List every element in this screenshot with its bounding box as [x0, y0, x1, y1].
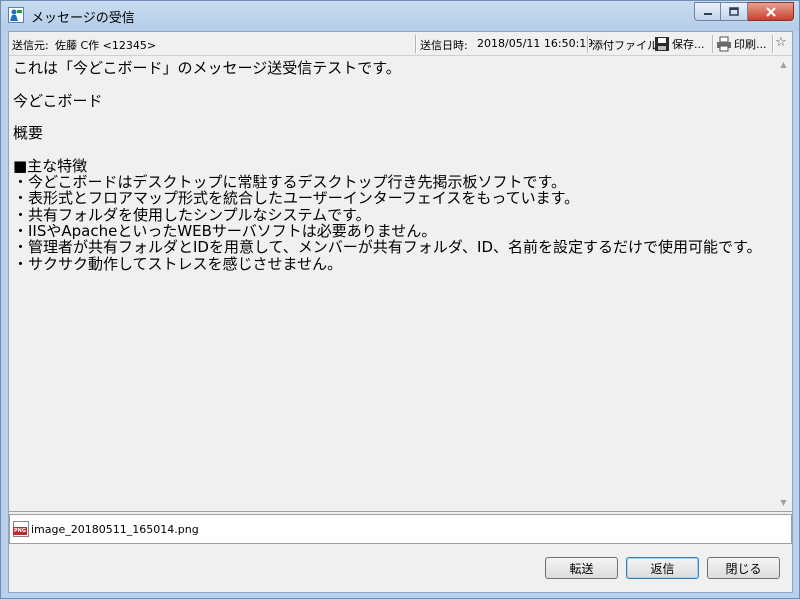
save-button[interactable]: 保存... — [654, 34, 705, 54]
minimize-icon — [703, 12, 712, 15]
attachment-list: PNG image_20180511_165014.png — [9, 514, 792, 544]
divider — [772, 35, 773, 53]
reply-button[interactable]: 返信 — [626, 557, 699, 579]
attachment-item[interactable]: PNG image_20180511_165014.png — [13, 521, 199, 537]
forward-button[interactable]: 転送 — [545, 557, 618, 579]
maximize-icon — [729, 7, 739, 16]
star-icon[interactable]: ☆ — [775, 35, 787, 50]
print-label: 印刷... — [734, 38, 767, 51]
save-label: 保存... — [672, 38, 705, 51]
png-file-icon: PNG — [13, 521, 29, 537]
scroll-down-icon[interactable]: ▼ — [775, 494, 792, 511]
vertical-scrollbar[interactable]: ▲ ▼ — [775, 56, 792, 511]
date-label: 送信日時: — [420, 39, 468, 52]
close-button[interactable]: 閉じる — [707, 557, 780, 579]
sender-label: 送信元: — [12, 39, 49, 52]
window-controls — [694, 2, 794, 22]
close-window-button[interactable] — [748, 2, 794, 21]
print-button[interactable]: 印刷... — [716, 34, 767, 54]
message-body-area[interactable]: これは「今どこボード」のメッセージ送受信テストです。 今どこボード 概要 ■主な… — [9, 56, 792, 512]
minimize-button[interactable] — [694, 2, 721, 21]
message-window: メッセージの受信 送信元: 佐藤 C作 <12345> 送信日時: 2018/0… — [0, 0, 800, 599]
maximize-button[interactable] — [721, 2, 748, 21]
scroll-up-icon[interactable]: ▲ — [775, 56, 792, 73]
divider — [415, 35, 416, 53]
divider — [712, 35, 713, 53]
save-icon — [655, 37, 669, 51]
app-icon — [8, 7, 24, 23]
sender-value: 佐藤 C作 <12345> — [55, 39, 157, 52]
attachment-filename: image_20180511_165014.png — [31, 522, 199, 536]
date-value: 2018/05/11 16:50:19 — [477, 37, 594, 50]
close-icon — [765, 6, 776, 17]
title-bar[interactable]: メッセージの受信 — [1, 1, 799, 31]
client-area: 送信元: 佐藤 C作 <12345> 送信日時: 2018/05/11 16:5… — [8, 31, 793, 593]
window-title: メッセージの受信 — [31, 11, 135, 26]
message-body-text[interactable]: これは「今どこボード」のメッセージ送受信テストです。 今どこボード 概要 ■主な… — [13, 60, 768, 272]
divider — [587, 35, 588, 53]
printer-icon — [717, 36, 731, 52]
message-header-bar: 送信元: 佐藤 C作 <12345> 送信日時: 2018/05/11 16:5… — [9, 32, 792, 56]
attachment-label: 添付ファイル: — [592, 39, 662, 52]
